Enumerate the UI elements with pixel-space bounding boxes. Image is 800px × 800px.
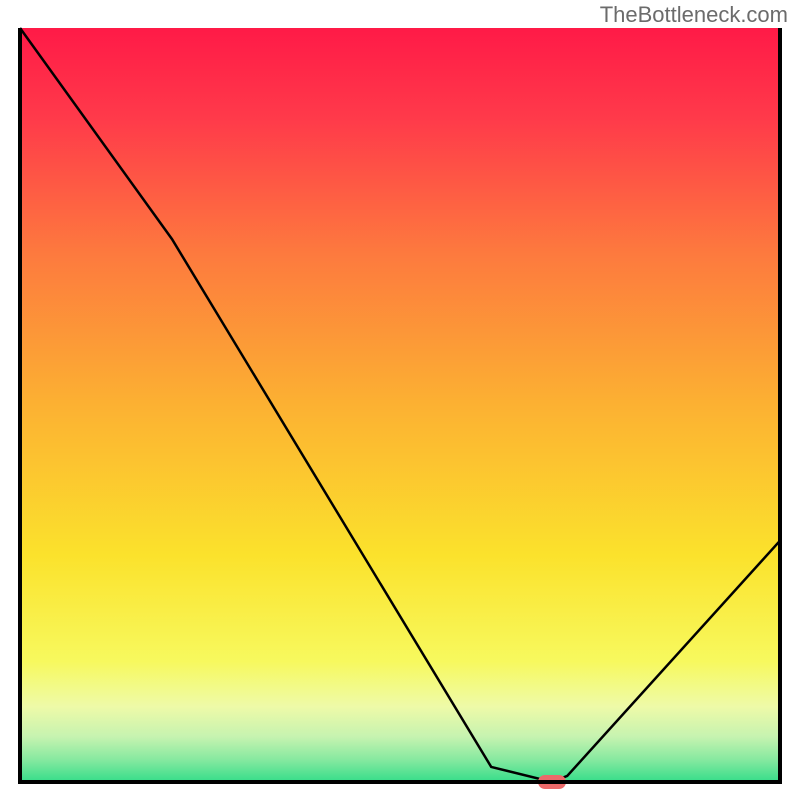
- bottleneck-chart: [0, 0, 800, 800]
- chart-container: TheBottleneck.com: [0, 0, 800, 800]
- watermark-text: TheBottleneck.com: [600, 2, 788, 28]
- plot-background: [20, 28, 780, 782]
